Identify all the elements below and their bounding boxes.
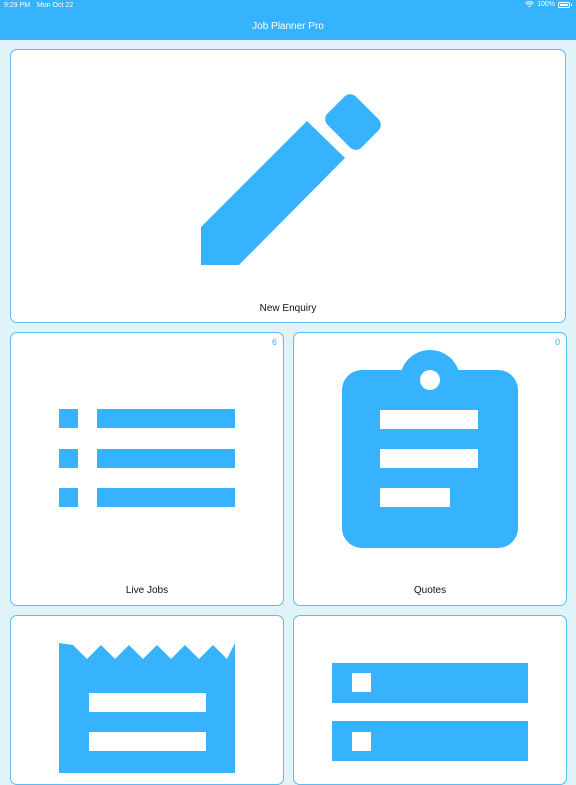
battery-percent: 100% (537, 1, 555, 8)
checklist-tile[interactable] (293, 615, 567, 785)
checklist-icon (332, 663, 528, 761)
live-jobs-count-badge: 6 (271, 337, 277, 347)
tile-label: Live Jobs (125, 585, 169, 596)
tile-label: New Enquiry (259, 303, 317, 314)
receipt-icon (59, 643, 235, 773)
page-title: Job Planner Pro (252, 20, 324, 32)
clipboard-icon (342, 350, 518, 548)
wifi-icon (525, 1, 535, 8)
list-icon (59, 409, 235, 507)
live-jobs-tile[interactable]: 6 Live Jobs (10, 332, 284, 606)
status-bar: 9:29 PM Mon Oct 22 100% (0, 0, 576, 12)
battery-icon (558, 1, 572, 8)
new-enquiry-tile[interactable]: New Enquiry (10, 49, 566, 323)
quotes-count-badge: 0 (554, 337, 560, 347)
pencil-icon (201, 94, 381, 265)
nav-bar: Job Planner Pro (0, 12, 576, 40)
status-time: 9:29 PM (4, 2, 31, 9)
status-right: 100% (525, 1, 572, 8)
quotes-tile[interactable]: 0 Quotes (293, 332, 567, 606)
status-date: Mon Oct 22 (37, 2, 74, 9)
tile-label: Quotes (413, 585, 447, 596)
invoices-tile[interactable] (10, 615, 284, 785)
